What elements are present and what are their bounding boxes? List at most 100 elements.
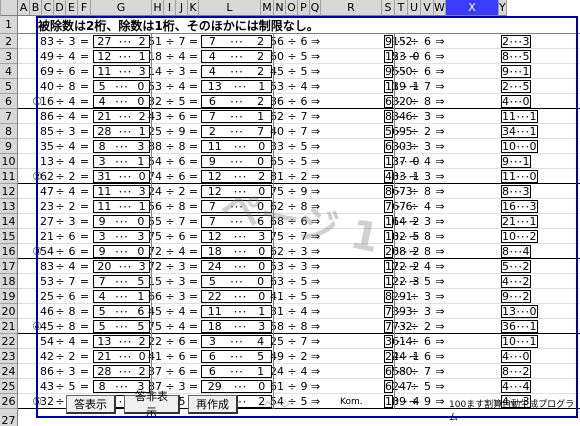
equals-sign: = bbox=[188, 125, 199, 138]
divide-sign: ÷ bbox=[165, 350, 175, 363]
quotient: 13 bbox=[97, 335, 112, 348]
column-header-n[interactable]: N bbox=[274, 0, 286, 16]
equals-sign: = bbox=[188, 320, 199, 333]
answer-box: 13 ･･･ 1 bbox=[201, 80, 272, 93]
group-separator bbox=[18, 108, 580, 109]
row-header-12[interactable]: 12 bbox=[0, 184, 18, 199]
row-header-15[interactable]: 15 bbox=[0, 229, 18, 244]
row-header-13[interactable]: 13 bbox=[0, 199, 18, 214]
column-header-f[interactable]: F bbox=[78, 0, 91, 16]
column-header-j[interactable]: J bbox=[176, 0, 188, 16]
divisor: 9 bbox=[300, 380, 308, 393]
column-header-y[interactable]: Y bbox=[499, 0, 507, 16]
quotient: 7 bbox=[385, 305, 392, 318]
quotient: 13 bbox=[207, 80, 222, 93]
row-header-17[interactable]: 17 bbox=[0, 259, 18, 274]
column-header-c[interactable]: C bbox=[42, 0, 54, 16]
row-header-25[interactable]: 25 bbox=[0, 379, 18, 394]
arrow-sign: ⇒ bbox=[310, 215, 321, 228]
remainder-dots: ･･･ bbox=[118, 263, 132, 273]
row-header-3[interactable]: 3 bbox=[0, 49, 18, 64]
dividend: 58 bbox=[270, 320, 284, 333]
row-header-24[interactable]: 24 bbox=[0, 364, 18, 379]
row-header-21[interactable]: 21 bbox=[0, 319, 18, 334]
divide-sign: ÷ bbox=[409, 35, 420, 48]
column-header-r[interactable]: R bbox=[321, 0, 382, 16]
quotient: 4 bbox=[502, 350, 509, 363]
quotient: 9 bbox=[502, 155, 509, 168]
divisor: 2 bbox=[300, 170, 308, 183]
row-header-10[interactable]: 10 bbox=[0, 154, 18, 169]
column-header-h[interactable]: H bbox=[152, 0, 164, 16]
column-header-k[interactable]: K bbox=[188, 0, 199, 16]
column-header-v[interactable]: V bbox=[421, 0, 434, 16]
quotient: 9 bbox=[502, 65, 509, 78]
remainder: 3 bbox=[258, 230, 266, 243]
column-header-u[interactable]: U bbox=[408, 0, 421, 16]
column-header-e[interactable]: E bbox=[66, 0, 78, 16]
row-header-14[interactable]: 14 bbox=[0, 214, 18, 229]
row-header-27[interactable]: 27 bbox=[0, 409, 18, 426]
row-header-18[interactable]: 18 bbox=[0, 274, 18, 289]
column-header-t[interactable]: T bbox=[395, 0, 408, 16]
divide-sign: ÷ bbox=[165, 215, 175, 228]
divisor: 6 bbox=[424, 50, 431, 63]
dividend: 53 bbox=[148, 80, 162, 93]
column-header-g[interactable]: G bbox=[91, 0, 152, 16]
answer-box: 7 ･･･ 2 bbox=[201, 35, 272, 48]
row-header-9[interactable]: 9 bbox=[0, 139, 18, 154]
column-header-b[interactable]: B bbox=[30, 0, 42, 16]
row-header-2[interactable]: 2 bbox=[0, 34, 18, 49]
row-header-5[interactable]: 5 bbox=[0, 79, 18, 94]
divide-sign: ÷ bbox=[165, 50, 175, 63]
row-header-7[interactable]: 7 bbox=[0, 109, 18, 124]
column-header-w[interactable]: W bbox=[434, 0, 446, 16]
column-header-a[interactable]: A bbox=[18, 0, 30, 16]
arrow-sign: ⇒ bbox=[310, 50, 321, 63]
answer-box: 21 ･･･ 0 bbox=[93, 350, 150, 363]
column-header-d[interactable]: D bbox=[54, 0, 66, 16]
remainder: 0 bbox=[258, 260, 266, 273]
answer-box: 4 ･･･ 0 bbox=[93, 95, 150, 108]
regenerate-button[interactable]: 再作成 bbox=[188, 395, 238, 414]
quotient: 6 bbox=[208, 350, 216, 363]
remainder-dots: ･･･ bbox=[229, 368, 244, 378]
row-header-19[interactable]: 19 bbox=[0, 289, 18, 304]
row-header-6[interactable]: 6 bbox=[0, 94, 18, 109]
column-header-m[interactable]: M bbox=[261, 0, 274, 16]
quotient: 3 bbox=[98, 155, 106, 168]
row-header-22[interactable]: 22 bbox=[0, 334, 18, 349]
row-header-16[interactable]: 16 bbox=[0, 244, 18, 259]
column-header-q[interactable]: Q bbox=[310, 0, 321, 16]
remainder: 1 bbox=[138, 125, 146, 138]
column-header-l[interactable]: L bbox=[199, 0, 261, 16]
remainder: 2 bbox=[257, 50, 265, 63]
remainder-dots: ･･･ bbox=[118, 128, 132, 138]
column-header-p[interactable]: P bbox=[298, 0, 310, 16]
answer-box: 11 ･･･ 1 bbox=[201, 305, 272, 318]
select-all-corner[interactable] bbox=[0, 0, 18, 16]
row-header-11[interactable]: 11 bbox=[0, 169, 18, 184]
arrow-sign: ⇒ bbox=[310, 65, 321, 78]
remainder: 2 bbox=[138, 365, 146, 378]
divisor: 7 bbox=[300, 335, 308, 348]
column-header-s[interactable]: S bbox=[382, 0, 395, 16]
divide-sign: ÷ bbox=[287, 80, 297, 93]
row-header-23[interactable]: 23 bbox=[0, 349, 18, 364]
divisor: 6 bbox=[424, 350, 431, 363]
column-header-x[interactable]: X bbox=[446, 0, 499, 16]
row-header-1[interactable]: 1 bbox=[0, 16, 18, 34]
column-header-o[interactable]: O bbox=[286, 0, 298, 16]
answer-box: 11 ･･･ 1 bbox=[93, 200, 150, 213]
row-header-4[interactable]: 4 bbox=[0, 64, 18, 79]
remainder: 0 bbox=[258, 185, 266, 198]
hide-answers-button[interactable]: 答非表示 bbox=[124, 391, 180, 419]
remainder-dots: ･･･ bbox=[233, 248, 247, 258]
column-header-i[interactable]: I bbox=[164, 0, 176, 16]
dividend: 22 bbox=[392, 275, 406, 288]
remainder-dots: ･･･ bbox=[233, 383, 247, 393]
show-answers-button[interactable]: 答表示 bbox=[66, 395, 116, 414]
row-header-8[interactable]: 8 bbox=[0, 124, 18, 139]
row-header-20[interactable]: 20 bbox=[0, 304, 18, 319]
row-header-26[interactable]: 26 bbox=[0, 394, 18, 409]
